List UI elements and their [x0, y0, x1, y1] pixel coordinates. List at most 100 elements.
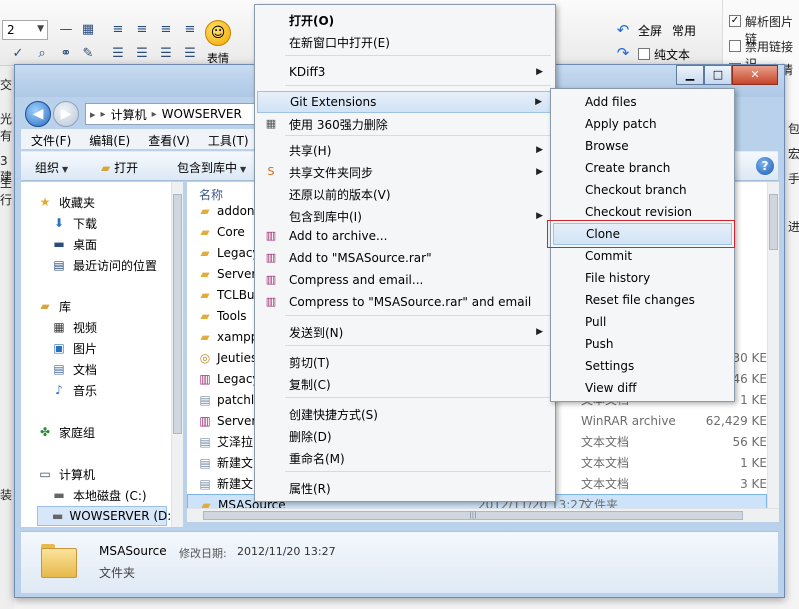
- numbered-list-icon[interactable]: ☰: [134, 46, 150, 62]
- background-text: 主行: [0, 176, 13, 207]
- context-menu-item[interactable]: 创建快捷方式(S): [257, 403, 553, 425]
- maximize-button[interactable]: □: [704, 65, 732, 85]
- menu-file[interactable]: 文件(F): [21, 129, 79, 149]
- context-menu-item[interactable]: ▥ Compress and email...: [257, 269, 553, 291]
- nav-music[interactable]: ♪ 音乐: [51, 380, 97, 400]
- nav-downloads[interactable]: ⬇ 下载: [51, 213, 97, 233]
- context-menu-item[interactable]: 共享(H) ▶: [257, 139, 553, 161]
- breadcrumb-drive[interactable]: WOWSERVER: [162, 107, 242, 121]
- context-menu-item[interactable]: 复制(C): [257, 373, 553, 395]
- context-menu-item[interactable]: Git Extensions ▶: [257, 91, 553, 113]
- file-horizontal-scrollbar[interactable]: |||: [187, 508, 779, 522]
- address-bar[interactable]: ▸ ▸ 计算机 ▸ WOWSERVER: [85, 103, 265, 125]
- nav-label: 视频: [73, 320, 98, 335]
- forward-button[interactable]: ▶: [53, 101, 79, 127]
- align-right-icon[interactable]: ≡: [158, 22, 174, 38]
- git-menu-item[interactable]: Push: [553, 333, 732, 355]
- menu-edit[interactable]: 编辑(E): [79, 129, 138, 149]
- scroll-thumb[interactable]: |||: [203, 511, 743, 520]
- context-menu-item[interactable]: 属性(R): [257, 477, 553, 499]
- text-file-icon: ▤: [199, 476, 211, 491]
- nav-label: 计算机: [59, 467, 96, 482]
- plain-text-checkbox[interactable]: [638, 48, 650, 60]
- context-menu-item[interactable]: 在新窗口中打开(E): [257, 31, 553, 53]
- indent-icon[interactable]: ☰: [158, 46, 174, 62]
- grid-icon[interactable]: ▦: [80, 22, 96, 38]
- nav-homegroup[interactable]: ✤ 家庭组: [37, 422, 95, 442]
- menu-item-label: Checkout branch: [585, 183, 687, 197]
- redo-icon[interactable]: ↷: [615, 45, 631, 61]
- context-menu-item[interactable]: ▥ Add to archive...: [257, 225, 553, 247]
- submenu-arrow-icon: ▶: [536, 211, 543, 221]
- open-button[interactable]: ▰ 打开: [101, 159, 138, 176]
- git-menu-item[interactable]: Create branch: [553, 157, 732, 179]
- back-button[interactable]: ◀: [25, 101, 51, 127]
- fullscreen-button[interactable]: 全屏: [638, 22, 662, 39]
- menu-view[interactable]: 查看(V): [138, 129, 198, 149]
- nav-computer[interactable]: ▭ 计算机: [37, 464, 95, 484]
- parse-image-checkbox[interactable]: ✓: [729, 15, 741, 27]
- git-menu-item[interactable]: Browse: [553, 135, 732, 157]
- scroll-thumb[interactable]: [769, 194, 778, 250]
- context-menu-item[interactable]: 包含到库中(I) ▶: [257, 205, 553, 227]
- context-menu-item[interactable]: ▥ Compress to "MSASource.rar" and email: [257, 291, 553, 313]
- git-menu-item[interactable]: Checkout branch: [553, 179, 732, 201]
- justify-icon[interactable]: ≡: [182, 22, 198, 38]
- git-menu-item[interactable]: Pull: [553, 311, 732, 333]
- git-menu-item[interactable]: Commit: [553, 245, 732, 267]
- document-icon: ▤: [53, 362, 65, 376]
- context-menu-item[interactable]: 还原以前的版本(V): [257, 183, 553, 205]
- nav-desktop[interactable]: ▬ 桌面: [51, 234, 97, 254]
- nav-recent[interactable]: ▤ 最近访问的位置: [51, 255, 157, 275]
- context-menu-item[interactable]: 剪切(T): [257, 351, 553, 373]
- context-menu-item[interactable]: 打开(O): [257, 9, 553, 31]
- breadcrumb-computer[interactable]: 计算机: [111, 106, 147, 123]
- nav-local-disk[interactable]: ▬ 本地磁盘 (C:): [51, 485, 146, 505]
- include-library-button[interactable]: 包含到库中 ▼: [177, 159, 246, 176]
- minimize-button[interactable]: ▁: [676, 65, 704, 85]
- nav-documents[interactable]: ▤ 文档: [51, 359, 97, 379]
- git-menu-item[interactable]: Reset file changes: [553, 289, 732, 311]
- file-vertical-scrollbar[interactable]: [767, 182, 779, 508]
- nav-pictures[interactable]: ▣ 图片: [51, 338, 97, 358]
- align-center-icon[interactable]: ≡: [134, 22, 150, 38]
- star-icon: ★: [39, 195, 51, 209]
- undo-icon[interactable]: ↶: [615, 22, 631, 38]
- spellcheck-icon[interactable]: ✓: [10, 46, 26, 62]
- disable-link-checkbox[interactable]: [729, 40, 741, 52]
- nav-libraries[interactable]: ▰ 库: [37, 296, 71, 316]
- context-menu-item[interactable]: ▥ Add to "MSASource.rar": [257, 247, 553, 269]
- open-label: 打开: [114, 161, 139, 175]
- nav-scrollbar[interactable]: [171, 182, 183, 527]
- minus-icon[interactable]: —: [58, 22, 74, 38]
- nav-wowserver[interactable]: ▬ WOWSERVER (D:): [37, 506, 176, 526]
- link-icon[interactable]: ⚭: [58, 46, 74, 62]
- find-icon[interactable]: ⌕: [34, 46, 50, 62]
- context-menu-item[interactable]: S 共享文件夹同步 ▶: [257, 161, 553, 183]
- context-menu-item[interactable]: 删除(D): [257, 425, 553, 447]
- menu-tools[interactable]: 工具(T): [198, 129, 257, 149]
- common-button[interactable]: 常用: [672, 22, 696, 39]
- context-menu-item[interactable]: KDiff3 ▶: [257, 61, 553, 83]
- font-size-combo[interactable]: 2 ▼: [2, 20, 48, 40]
- git-menu-item[interactable]: File history: [553, 267, 732, 289]
- close-button[interactable]: ✕: [732, 65, 778, 85]
- organize-button[interactable]: 组织 ▼: [35, 159, 68, 176]
- outdent-icon[interactable]: ☰: [182, 46, 198, 62]
- context-menu-item[interactable]: 发送到(N) ▶: [257, 321, 553, 343]
- nav-favorites[interactable]: ★ 收藏夹: [37, 192, 95, 212]
- list-icon[interactable]: ☰: [110, 46, 126, 62]
- help-icon[interactable]: ?: [756, 157, 774, 175]
- context-menu-item[interactable]: ▦ 使用 360强力删除: [257, 113, 553, 135]
- git-menu-item[interactable]: Add files: [553, 91, 732, 113]
- context-menu-item[interactable]: 重命名(M): [257, 447, 553, 469]
- brush-icon[interactable]: ✎: [80, 46, 96, 62]
- git-menu-item[interactable]: Apply patch: [553, 113, 732, 135]
- git-menu-item[interactable]: Settings: [553, 355, 732, 377]
- align-left-icon[interactable]: ≡: [110, 22, 126, 38]
- nav-videos[interactable]: ▦ 视频: [51, 317, 97, 337]
- emoji-icon[interactable]: ☺: [205, 20, 231, 46]
- git-menu-item[interactable]: View diff: [553, 377, 732, 399]
- scroll-thumb[interactable]: [173, 194, 182, 434]
- video-icon: ▦: [53, 320, 65, 334]
